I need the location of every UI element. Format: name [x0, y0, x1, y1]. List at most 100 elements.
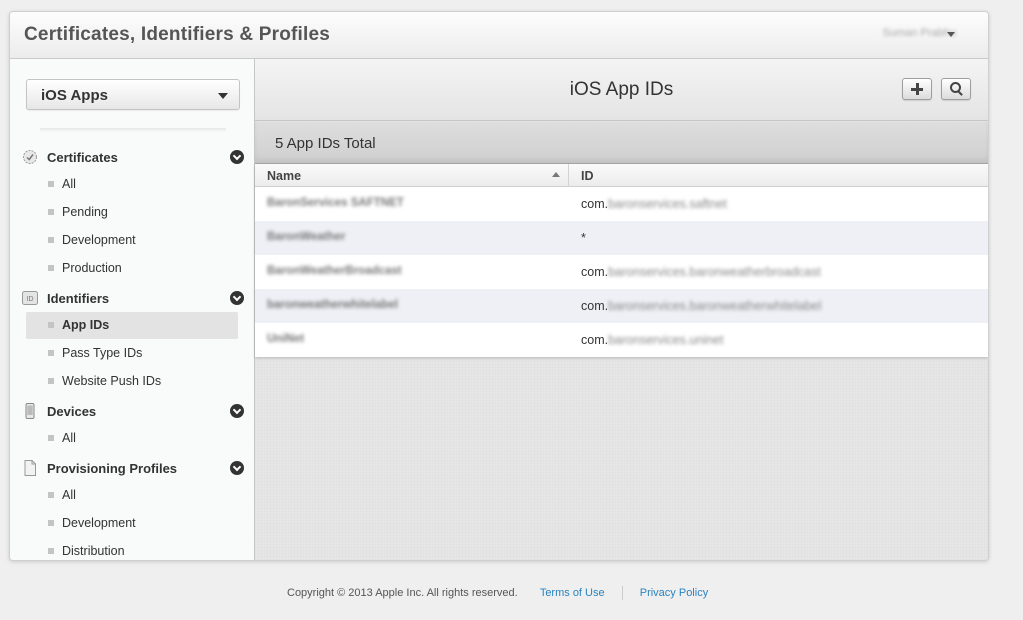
chevron-down-icon[interactable] [230, 291, 244, 305]
sidebar-item-certificates-production[interactable]: Production [26, 255, 238, 282]
svg-text:ID: ID [27, 296, 34, 303]
privacy-policy-link[interactable]: Privacy Policy [640, 587, 708, 599]
id-icon: ID [22, 291, 38, 305]
app-ids-table: Name ID BaronServices SAFTNET com.barons… [255, 164, 988, 357]
app-name-cell: BaronWeather [267, 231, 346, 243]
table-header: Name ID [255, 164, 988, 187]
app-name-cell: baronweatherwhitelabel [267, 299, 399, 311]
terms-of-use-link[interactable]: Terms of Use [540, 587, 605, 599]
sidebar-item-pass-type-ids[interactable]: Pass Type IDs [26, 340, 238, 367]
platform-select[interactable]: iOS Apps [26, 79, 240, 110]
search-button[interactable] [941, 78, 971, 100]
main-panel: iOS App IDs 5 App IDs Total Name ID Baro… [255, 59, 988, 560]
sidebar-item-label: Pass Type IDs [62, 346, 143, 360]
sidebar-item-label: All [62, 488, 76, 502]
sidebar-item-website-push-ids[interactable]: Website Push IDs [26, 368, 238, 395]
bullet-icon [48, 322, 54, 328]
app-id-cell: com.baronservices.saftnet [581, 197, 727, 211]
sidebar-item-certificates-all[interactable]: All [26, 171, 238, 198]
sidebar-item-profiles-development[interactable]: Development [26, 510, 238, 537]
app-name-cell: BaronWeatherBroadcast [267, 265, 402, 277]
section-label: Provisioning Profiles [47, 461, 178, 476]
add-button[interactable] [902, 78, 932, 100]
bullet-icon [48, 435, 54, 441]
section-certificates[interactable]: Certificates [22, 147, 244, 169]
section-devices[interactable]: Devices [22, 401, 244, 423]
bullet-icon [48, 237, 54, 243]
sidebar-item-devices-all[interactable]: All [26, 425, 238, 452]
app-name-cell: BaronServices SAFTNET [267, 197, 404, 209]
page-title: iOS App IDs [569, 79, 674, 100]
sidebar-item-label: Production [62, 261, 122, 275]
sidebar-item-certificates-development[interactable]: Development [26, 227, 238, 254]
app-name-cell: UniNet [267, 333, 305, 345]
app-id-cell: com.baronservices.uninet [581, 333, 723, 347]
user-menu[interactable]: Suman Prabhu [883, 27, 956, 39]
column-divider [568, 164, 569, 187]
section-provisioning-profiles[interactable]: Provisioning Profiles [22, 458, 244, 480]
bullet-icon [48, 181, 54, 187]
select-divider [40, 128, 226, 132]
app-id-cell: com.baronservices.baronweatherbroadcast [581, 265, 821, 279]
section-label: Devices [47, 404, 97, 419]
search-icon [950, 82, 964, 96]
table-row[interactable]: UniNet com.baronservices.uninet [255, 323, 988, 357]
footer-divider [621, 586, 623, 600]
id-prefix: com. [581, 265, 609, 279]
sort-ascending-icon[interactable] [552, 172, 560, 177]
id-prefix: * [581, 231, 586, 245]
sidebar-item-label: App IDs [62, 318, 110, 332]
id-prefix: com. [581, 299, 609, 313]
sidebar-item-profiles-all[interactable]: All [26, 482, 238, 509]
bullet-icon [48, 265, 54, 271]
footer: Copyright © 2013 Apple Inc. All rights r… [287, 586, 708, 600]
sidebar-item-certificates-pending[interactable]: Pending [26, 199, 238, 226]
count-bar: 5 App IDs Total [255, 122, 988, 164]
column-header-name[interactable]: Name [267, 169, 301, 183]
section-label: Identifiers [47, 291, 110, 306]
chevron-down-icon[interactable] [230, 404, 244, 418]
app-id-cell: * [581, 231, 586, 245]
count-label: 5 App IDs Total [275, 135, 376, 152]
id-suffix: baronservices.baronweatherwhitelabel [608, 299, 822, 313]
developer-portal-window: Certificates, Identifiers & Profiles Sum… [9, 11, 989, 561]
sidebar-item-profiles-distribution[interactable]: Distribution [26, 538, 238, 560]
platform-select-value: iOS Apps [41, 87, 108, 104]
id-suffix: baronservices.uninet [608, 333, 724, 347]
chevron-down-icon[interactable] [230, 461, 244, 475]
top-bar: Certificates, Identifiers & Profiles Sum… [10, 12, 988, 59]
app-title: Certificates, Identifiers & Profiles [24, 24, 331, 45]
iphone-icon [25, 403, 35, 419]
certificate-icon [23, 150, 37, 164]
sidebar-item-label: Pending [62, 205, 108, 219]
bullet-icon [48, 209, 54, 215]
section-label: Certificates [47, 150, 118, 165]
sidebar-item-app-ids[interactable]: App IDs [26, 312, 238, 339]
table-row[interactable]: BaronWeather * [255, 221, 988, 255]
chevron-down-icon [218, 93, 228, 99]
copyright-text: Copyright © 2013 Apple Inc. All rights r… [287, 587, 518, 599]
sidebar-item-label: Development [62, 516, 136, 530]
table-row[interactable]: BaronWeatherBroadcast com.baronservices.… [255, 255, 988, 289]
bullet-icon [48, 520, 54, 526]
bullet-icon [48, 548, 54, 554]
column-header-id[interactable]: ID [581, 169, 594, 183]
table-row[interactable]: BaronServices SAFTNET com.baronservices.… [255, 187, 988, 221]
table-row[interactable]: baronweatherwhitelabel com.baronservices… [255, 289, 988, 323]
sidebar-item-label: Website Push IDs [62, 374, 162, 388]
plus-icon [911, 83, 923, 95]
bullet-icon [48, 378, 54, 384]
chevron-down-icon[interactable] [230, 150, 244, 164]
sidebar-item-label: All [62, 177, 76, 191]
sidebar: iOS Apps Certificates All Pending Develo… [10, 59, 255, 560]
id-suffix: baronservices.saftnet [608, 197, 727, 211]
app-id-cell: com.baronservices.baronweatherwhitelabel [581, 299, 821, 313]
main-header: iOS App IDs [255, 59, 988, 121]
document-icon [24, 460, 36, 476]
section-identifiers[interactable]: ID Identifiers [22, 288, 244, 310]
bullet-icon [48, 492, 54, 498]
chevron-down-icon[interactable] [947, 32, 955, 37]
sidebar-item-label: Distribution [62, 544, 125, 558]
id-suffix: baronservices.baronweatherbroadcast [608, 265, 821, 279]
sidebar-item-label: Development [62, 233, 136, 247]
